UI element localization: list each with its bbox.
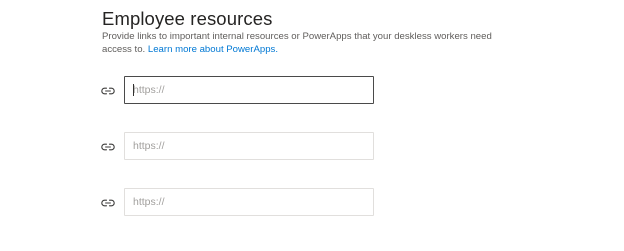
text-cursor (133, 84, 134, 96)
resource-row-3 (100, 188, 380, 218)
resource-url-input-1[interactable] (124, 76, 374, 104)
link-icon (100, 84, 116, 98)
link-icon (100, 140, 116, 154)
resource-url-input-2[interactable] (124, 132, 374, 160)
section-description: Provide links to important internal reso… (102, 30, 502, 56)
link-icon (100, 196, 116, 210)
resource-url-input-3[interactable] (124, 188, 374, 216)
section-title: Employee resources (102, 8, 273, 29)
resource-row-2 (100, 132, 380, 162)
learn-more-powerapps-link[interactable]: Learn more about PowerApps. (148, 44, 278, 55)
resource-row-1 (100, 76, 380, 106)
